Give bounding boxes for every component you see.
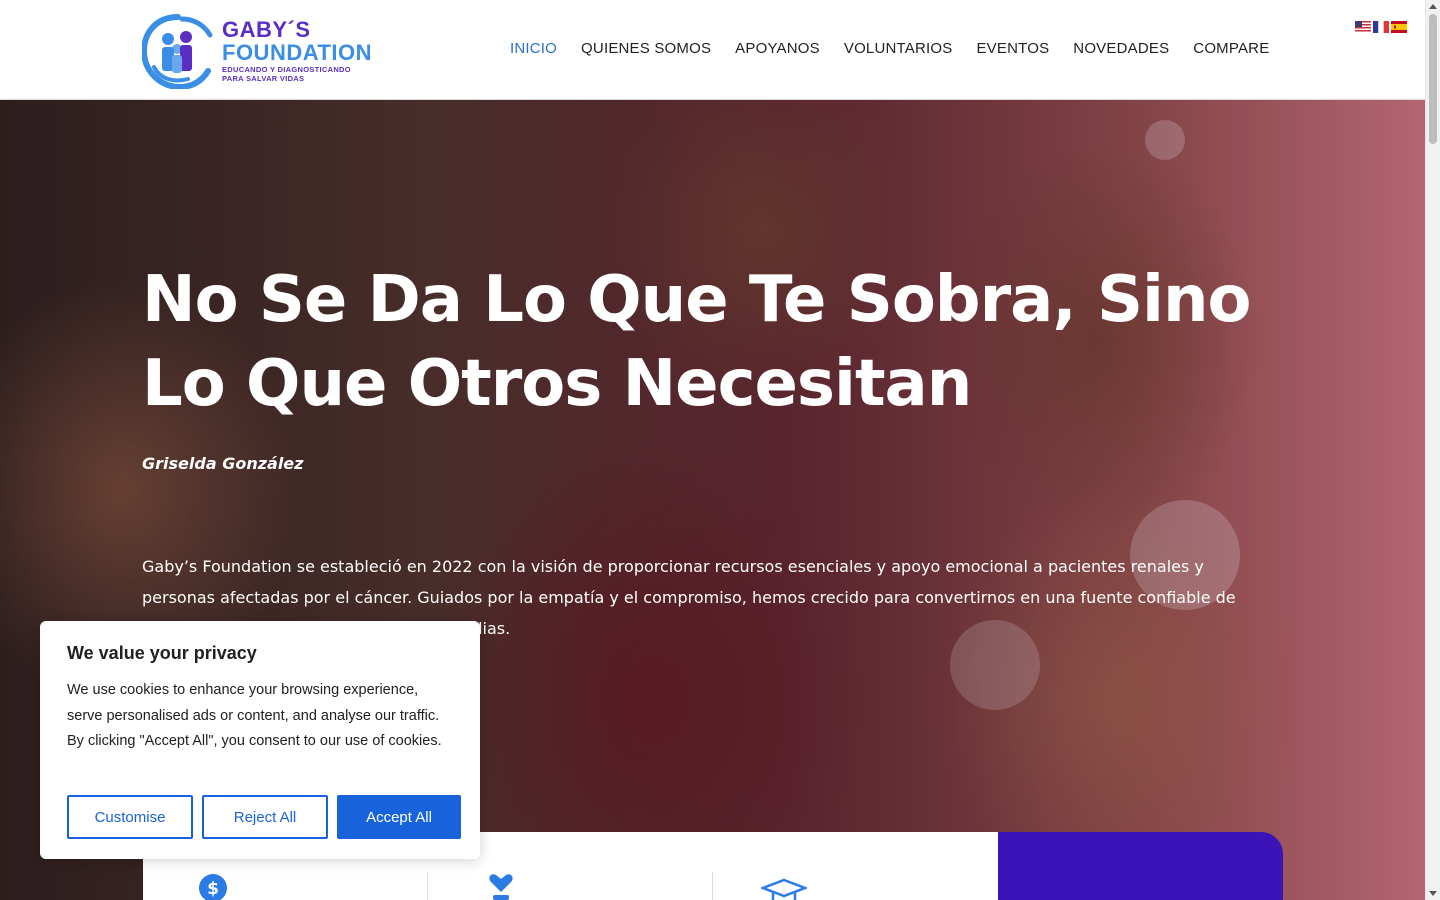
site-logo[interactable]: GABY´S FOUNDATION EDUCANDO Y DIAGNOSTICA… — [142, 12, 382, 90]
nav-item-apoyanos[interactable]: APOYANOS — [735, 40, 820, 57]
language-switcher — [1355, 21, 1407, 33]
donate-panel[interactable] — [998, 832, 1283, 900]
heart-hand-icon — [489, 874, 513, 900]
nav-item-inicio[interactable]: INICIO — [510, 40, 557, 57]
nav-item-compare[interactable]: COMPARE — [1193, 40, 1269, 57]
hero-title: No Se Da Lo Que Te Sobra, Sino Lo Que Ot… — [142, 263, 1252, 421]
logo-name-line2: FOUNDATION — [222, 40, 373, 65]
page-scrollbar[interactable] — [1425, 0, 1440, 900]
logo-wordmark: GABY´S FOUNDATION EDUCANDO Y DIAGNOSTICA… — [222, 17, 373, 84]
svg-text:$: $ — [207, 879, 219, 899]
cookie-buttons: Customise Reject All Accept All — [67, 795, 461, 839]
nav-item-voluntarios[interactable]: VOLUNTARIOS — [844, 40, 953, 57]
nav-item-novedades[interactable]: NOVEDADES — [1073, 40, 1169, 57]
card-divider — [712, 872, 713, 900]
main-nav: INICIO QUIENES SOMOS APOYANOS VOLUNTARIO… — [510, 40, 1269, 57]
cookie-consent-banner: We value your privacy We use cookies to … — [40, 621, 480, 859]
cookie-description: We use cookies to enhance your browsing … — [67, 682, 442, 749]
flag-fr-icon[interactable] — [1373, 21, 1389, 33]
cookie-title: We value your privacy — [67, 643, 257, 663]
logo-name-line1: GABY´S — [222, 17, 311, 42]
customise-button[interactable]: Customise — [67, 795, 193, 839]
accept-all-button[interactable]: Accept All — [337, 795, 461, 839]
scroll-down-icon[interactable] — [1429, 891, 1437, 896]
scroll-up-icon[interactable] — [1429, 4, 1437, 9]
hero-author: Griselda González — [142, 454, 304, 473]
graduation-cap-icon — [761, 878, 807, 900]
nav-item-eventos[interactable]: EVENTOS — [976, 40, 1049, 57]
flag-es-icon[interactable] — [1391, 21, 1407, 33]
scrollbar-thumb[interactable] — [1429, 14, 1437, 144]
logo-tagline-line1: EDUCANDO Y DIAGNOSTICANDO — [222, 65, 351, 74]
foundation-logo-icon — [142, 14, 213, 89]
logo-tagline-line2: PARA SALVAR VIDAS — [222, 74, 305, 83]
card-divider — [427, 872, 428, 900]
flag-us-icon[interactable] — [1355, 21, 1371, 33]
reject-all-button[interactable]: Reject All — [202, 795, 328, 839]
nav-item-quienes-somos[interactable]: QUIENES SOMOS — [581, 40, 711, 57]
site-header: GABY´S FOUNDATION EDUCANDO Y DIAGNOSTICA… — [0, 0, 1425, 100]
dollar-hand-icon: $ — [199, 874, 227, 900]
